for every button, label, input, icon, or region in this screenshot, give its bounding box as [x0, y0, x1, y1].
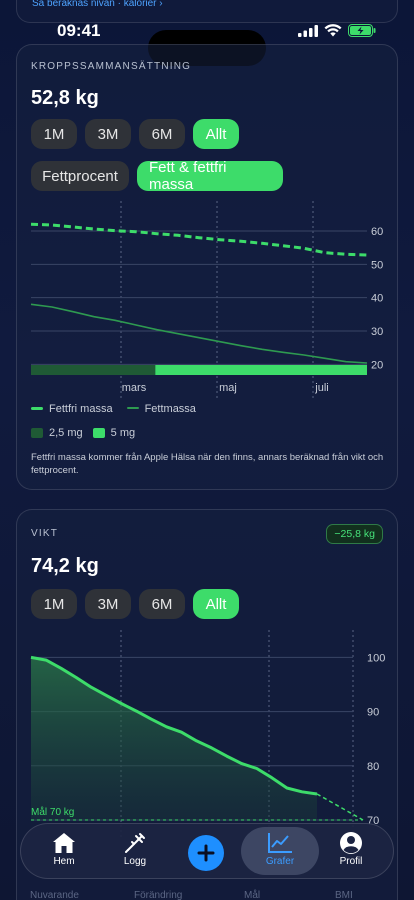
mode-fat-percent[interactable]: Fettprocent — [31, 161, 129, 191]
source-note: Fettfri massa kommer från Apple Hälsa nä… — [31, 452, 384, 476]
range-3m[interactable]: 3M — [85, 119, 131, 149]
legend-lean: Fettfri massa — [49, 403, 113, 415]
mode-fat-lean-mass[interactable]: Fett & fettfri massa — [137, 159, 283, 193]
syringe-icon — [125, 833, 145, 853]
range-3m[interactable]: 3M — [85, 589, 131, 619]
tab-charts-label: Grafer — [265, 856, 295, 867]
dose-bar-2-5mg — [31, 365, 156, 375]
tab-log-label: Logg — [123, 856, 147, 867]
calorie-info-link[interactable]: Så beräknas nivån · kalorier › — [32, 0, 163, 9]
x-tick-label: mars — [122, 382, 147, 394]
add-button[interactable] — [188, 835, 224, 871]
y-tick-label: 50 — [371, 259, 383, 271]
tab-log[interactable]: Logg — [105, 830, 165, 867]
battery-icon — [348, 24, 376, 37]
mode-selector: Fettprocent Fett & fettfri massa — [31, 159, 283, 193]
tab-bar: Hem Logg Grafer Profil — [20, 823, 394, 879]
stat-goal-label: Mål — [244, 890, 261, 900]
y-tick-label: 100 — [367, 652, 385, 664]
tab-profile-label: Profil — [339, 856, 363, 867]
status-bar: 09:41 — [0, 18, 414, 66]
dose-legend: 2,5 mg 5 mg — [31, 427, 135, 439]
chart-icon — [268, 833, 292, 853]
series-fat-mass — [30, 303, 368, 364]
signal-icon — [298, 24, 318, 37]
legend-dose-1: 2,5 mg — [49, 427, 83, 439]
card-title: VIKT — [31, 528, 59, 539]
wifi-icon — [324, 24, 342, 37]
y-tick-label: 30 — [371, 326, 383, 338]
lean-mass-value: 52,8 kg — [31, 87, 99, 109]
y-tick-label: 90 — [367, 707, 379, 719]
body-composition-card: KROPPSSAMMANSÄTTNING 52,8 kg 1M 3M 6M Al… — [16, 44, 398, 490]
range-6m[interactable]: 6M — [139, 119, 185, 149]
weight-chart[interactable]: 708090100Mål 70 kg — [17, 630, 399, 840]
y-tick-label: 40 — [371, 293, 383, 305]
range-all[interactable]: Allt — [193, 119, 239, 149]
profile-icon — [340, 832, 362, 854]
projection-line — [316, 793, 364, 821]
tab-home[interactable]: Hem — [34, 830, 94, 867]
weight-change-badge: −25,8 kg — [326, 524, 383, 544]
body-composition-chart[interactable]: 20 30 40 50 60 mars maj juli — [17, 201, 399, 401]
stat-change-label: Förändring — [134, 890, 183, 900]
x-tick-label: maj — [219, 382, 237, 394]
range-selector: 1M 3M 6M Allt — [31, 589, 239, 619]
x-tick-label: juli — [314, 382, 328, 394]
range-all[interactable]: Allt — [193, 589, 239, 619]
series-lean-mass — [30, 222, 368, 257]
weight-area — [31, 657, 317, 820]
range-selector: 1M 3M 6M Allt — [31, 119, 239, 149]
weight-value: 74,2 kg — [31, 555, 99, 577]
card-title: KROPPSSAMMANSÄTTNING — [31, 61, 192, 72]
goal-label: Mål 70 kg — [31, 806, 74, 818]
dose-bar-5mg — [155, 365, 367, 375]
home-icon — [53, 833, 75, 853]
status-time: 09:41 — [57, 21, 101, 40]
chart-legend: Fettfri massa Fettmassa — [31, 403, 196, 415]
y-tick-label: 80 — [367, 761, 379, 773]
tab-profile[interactable]: Profil — [321, 830, 381, 867]
stat-bmi-label: BMI — [335, 890, 353, 900]
y-tick-label: 20 — [371, 359, 383, 371]
range-1m[interactable]: 1M — [31, 119, 77, 149]
y-tick-label: 60 — [371, 226, 383, 238]
plus-icon — [197, 844, 215, 862]
legend-fat: Fettmassa — [144, 403, 196, 415]
tab-charts[interactable]: Grafer — [250, 830, 310, 867]
stat-current-label: Nuvarande — [30, 890, 79, 900]
tab-home-label: Hem — [53, 856, 75, 867]
range-6m[interactable]: 6M — [139, 589, 185, 619]
legend-dose-2: 5 mg — [110, 427, 136, 439]
range-1m[interactable]: 1M — [31, 589, 77, 619]
